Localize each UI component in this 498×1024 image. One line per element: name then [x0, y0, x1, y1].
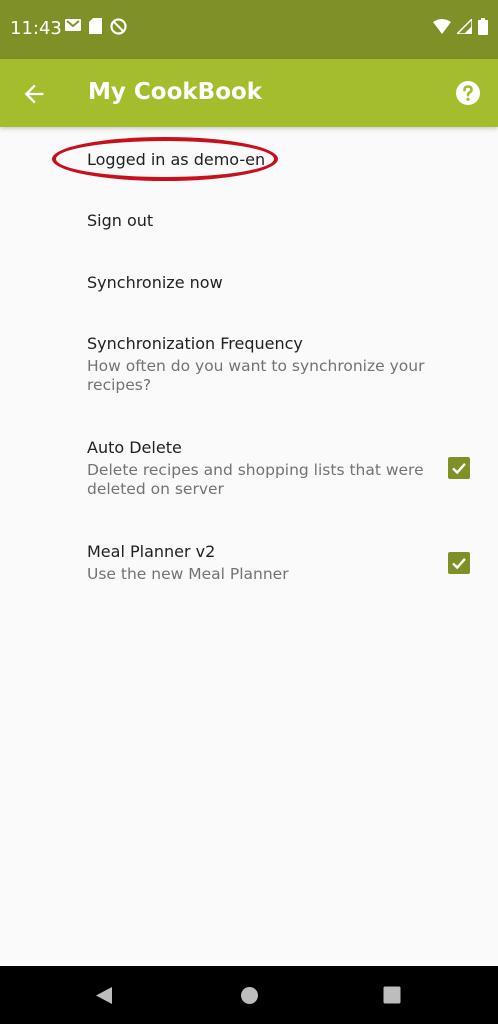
arrow-left-icon — [24, 84, 44, 104]
pref-sync-frequency[interactable]: Synchronization Frequency How often do y… — [0, 313, 498, 417]
recents-square-icon[interactable] — [383, 986, 401, 1004]
check-icon — [452, 557, 466, 570]
navigation-bar — [0, 966, 498, 1024]
pref-summary: Delete recipes and shopping lists that w… — [87, 461, 424, 498]
back-button[interactable] — [20, 80, 48, 108]
meal-planner-checkbox[interactable] — [448, 552, 470, 574]
pref-title: Auto Delete — [87, 438, 182, 457]
app-bar: My CookBook — [0, 59, 498, 127]
pref-summary: How often do you want to synchronize you… — [87, 357, 425, 394]
help-circle-icon — [456, 81, 480, 105]
pref-synchronize-now[interactable]: Synchronize now — [0, 251, 498, 313]
pref-summary: Use the new Meal Planner — [87, 565, 289, 583]
annotation-ellipse — [52, 137, 278, 181]
status-time: 11:43 — [10, 18, 62, 39]
app-title: My CookBook — [88, 79, 263, 105]
pref-sign-out[interactable]: Sign out — [0, 189, 498, 251]
pref-title: Meal Planner v2 — [87, 542, 216, 561]
pref-title: Sign out — [87, 211, 154, 230]
auto-delete-checkbox[interactable] — [448, 457, 470, 479]
wifi-icon — [433, 19, 451, 34]
signal-icon — [457, 19, 472, 34]
back-triangle-icon[interactable] — [95, 986, 113, 1005]
gmail-icon — [65, 19, 81, 31]
no-disturb-icon — [110, 18, 127, 35]
sd-card-icon — [89, 18, 102, 34]
home-circle-icon[interactable] — [240, 986, 259, 1005]
pref-title: Synchronize now — [87, 273, 223, 292]
check-icon — [452, 462, 466, 475]
pref-auto-delete[interactable]: Auto Delete Delete recipes and shopping … — [0, 417, 498, 521]
status-bar: 11:43 — [0, 0, 498, 59]
pref-meal-planner-v2[interactable]: Meal Planner v2 Use the new Meal Planner — [0, 521, 498, 605]
battery-icon — [478, 18, 488, 35]
pref-title: Synchronization Frequency — [87, 334, 303, 353]
help-button[interactable] — [455, 80, 481, 106]
